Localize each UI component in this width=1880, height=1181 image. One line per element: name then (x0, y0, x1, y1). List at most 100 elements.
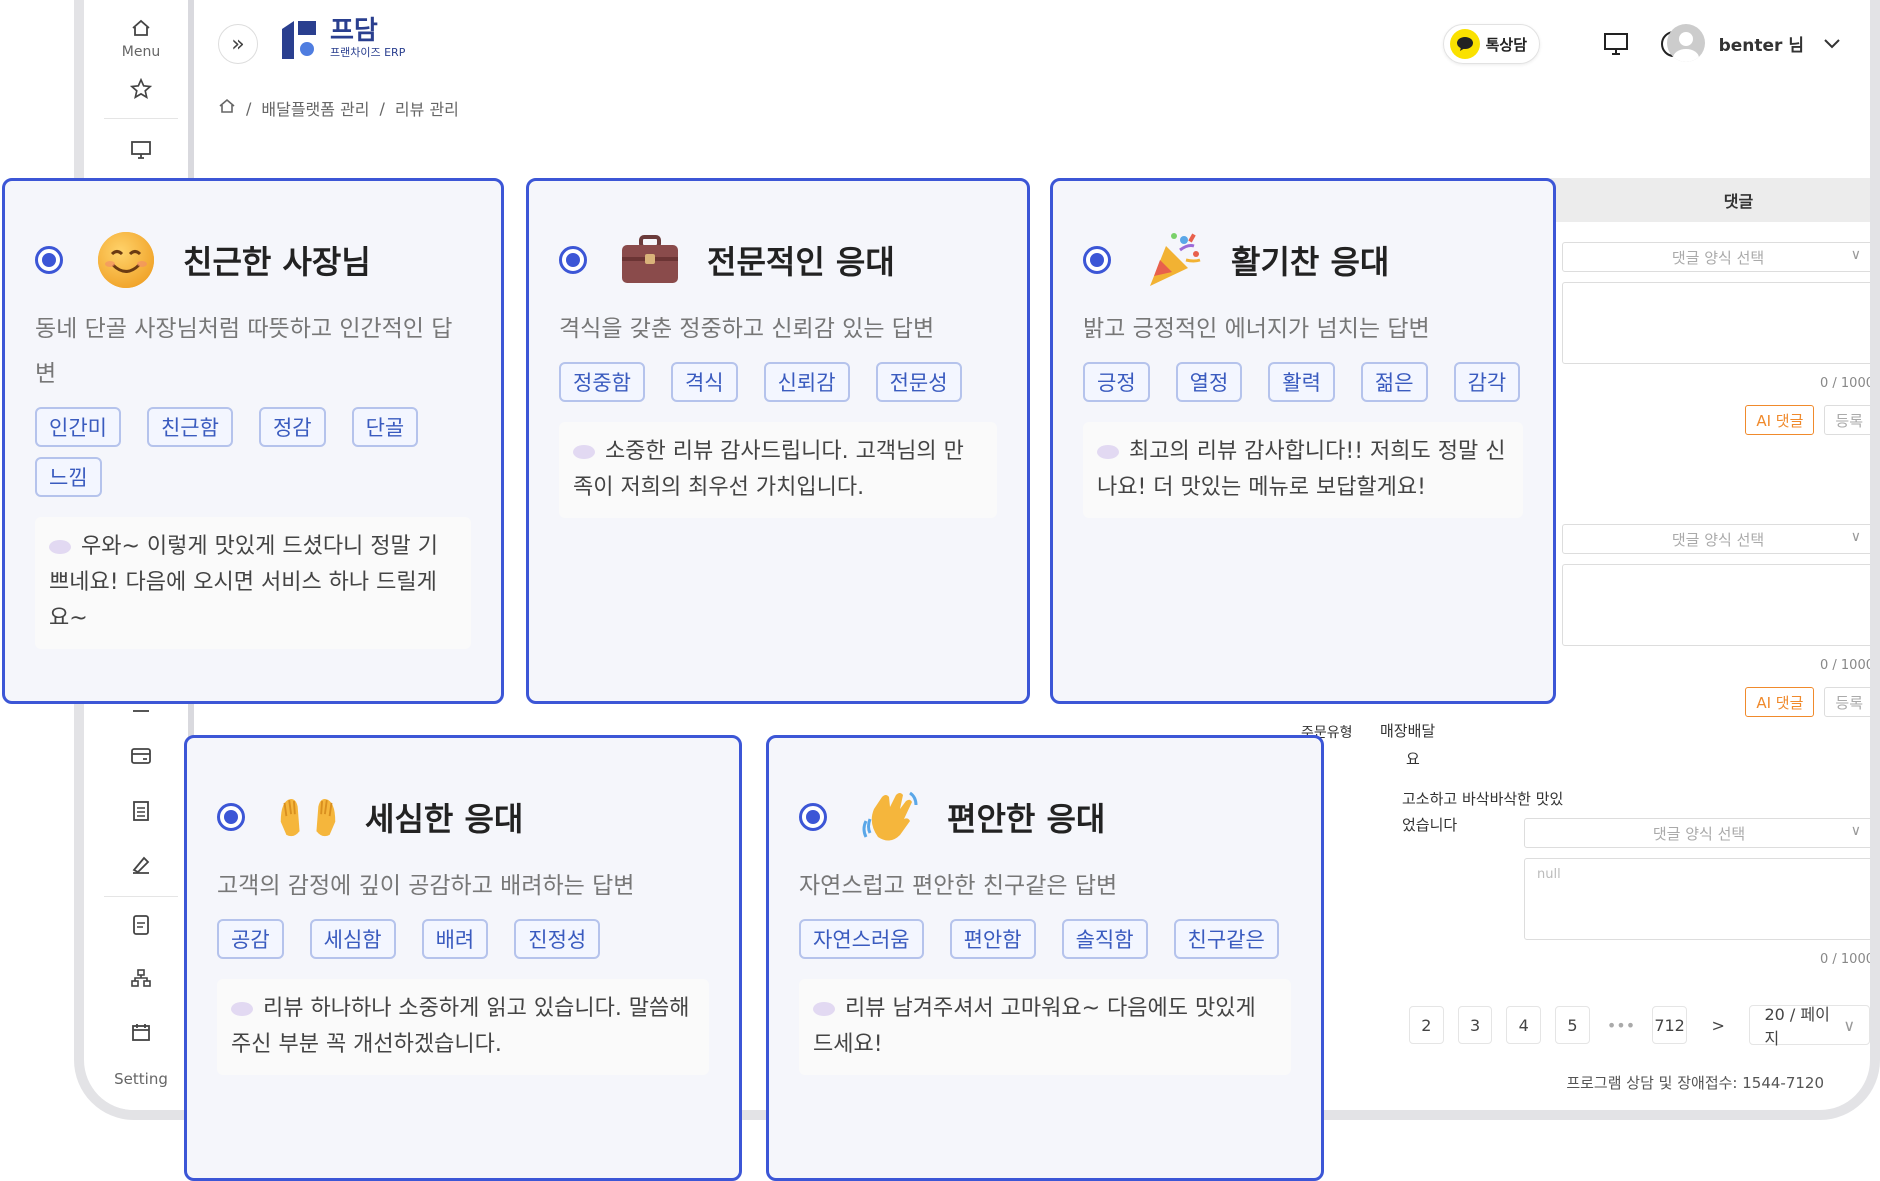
tag: 배려 (421, 919, 489, 959)
tag: 진정성 (514, 919, 601, 959)
tag: 느낌 (35, 457, 102, 497)
reply-template-select[interactable]: 댓글 양식 선택 ∨ (1562, 242, 1870, 272)
tag-list: 긍정 열정 활력 젊은 감각 (1083, 362, 1523, 402)
tag-list: 자연스러움 편안함 솔직함 친구같은 (799, 919, 1291, 959)
card-description: 격식을 갖춘 정중하고 신뢰감 있는 답변 (559, 316, 935, 342)
tag: 정감 (258, 407, 326, 447)
reply-block: 댓글 양식 선택 ∨ null 0 / 1000 (1524, 818, 1870, 967)
card-title: 전문적인 응대 (707, 243, 895, 281)
reply-template-select[interactable]: 댓글 양식 선택 ∨ (1524, 818, 1870, 848)
reply-textarea[interactable] (1562, 564, 1870, 646)
page-button[interactable]: 5 (1555, 1006, 1590, 1044)
card-title: 활기찬 응대 (1231, 243, 1390, 281)
monitor-icon[interactable] (1600, 28, 1632, 60)
reply-column-header: 댓글 (1516, 178, 1870, 222)
document-icon[interactable] (94, 914, 188, 941)
register-button[interactable]: 등록 (1824, 687, 1870, 717)
radio-selected[interactable] (217, 803, 245, 831)
user-menu[interactable]: benter 님 (1666, 24, 1840, 62)
pagination: 2 3 4 5 ••• 712 > 20 / 페이지 ∨ (1409, 1005, 1870, 1048)
speech-bubble-icon (813, 1002, 835, 1016)
breadcrumb-item[interactable]: 배달플랫폼 관리 (261, 96, 369, 120)
tag: 세심함 (309, 919, 396, 959)
reply-template-select[interactable]: 댓글 양식 선택 ∨ (1562, 524, 1870, 554)
tag: 편안함 (949, 919, 1036, 959)
org-chart-icon[interactable] (94, 968, 188, 993)
kakao-chat-button[interactable]: 톡상담 (1442, 24, 1540, 64)
speech-bubble-icon (231, 1002, 253, 1016)
chevron-down-icon: ∨ (1843, 1015, 1856, 1035)
sample-reply: 최고의 리뷰 감사합니다!! 저희도 정말 신나요! 더 맛있는 메뉴로 보답할… (1083, 422, 1523, 518)
home-icon[interactable] (218, 98, 236, 118)
smiling-face-icon (95, 229, 157, 291)
page-button[interactable]: 3 (1457, 1006, 1493, 1044)
tone-card-friendly-owner[interactable]: 친근한 사장님 동네 단골 사장님처럼 따뜻하고 인간적인 답변 인간미 친근함… (2, 178, 504, 704)
page-size-select[interactable]: 20 / 페이지 ∨ (1749, 1005, 1870, 1048)
tag: 열정 (1175, 362, 1243, 402)
card-description: 밝고 긍정적인 에너지가 넘치는 답변 (1083, 316, 1430, 342)
breadcrumb: / 배달플랫폼 관리 / 리뷰 관리 (218, 96, 459, 120)
chevron-down-icon: ∨ (1850, 823, 1861, 839)
reply-block: 댓글 양식 선택 ∨ 0 / 1000 AI 댓글 등록 (1562, 524, 1874, 717)
tag: 긍정 (1083, 362, 1150, 402)
pen-icon[interactable] (94, 854, 188, 879)
top-bar: » 프담 프랜차이즈 ERP 톡상담 ? bente (192, 0, 1870, 96)
card-title: 세심한 응대 (365, 800, 524, 838)
tag-list: 인간미 친근함 정감 단골 느낌 (35, 407, 471, 497)
sample-reply: 리뷰 하나하나 소중하게 읽고 있습니다. 말씀해주신 부분 꼭 개선하겠습니다… (217, 979, 709, 1075)
page-button[interactable]: 4 (1506, 1006, 1542, 1044)
radio-selected[interactable] (559, 246, 587, 274)
waving-hand-icon (859, 786, 921, 848)
radio-selected[interactable] (1083, 246, 1111, 274)
tone-card-comfortable[interactable]: 편안한 응대 자연스럽고 편안한 친구같은 답변 자연스러움 편안함 솔직함 친… (766, 735, 1324, 1181)
kakao-chat-label: 톡상담 (1485, 35, 1527, 54)
ai-reply-button[interactable]: AI 댓글 (1745, 405, 1815, 435)
tag: 단골 (351, 407, 419, 447)
footer-contact: 프로그램 상담 및 장애접수: 1544-7120 (1566, 1074, 1824, 1092)
page-button[interactable]: 712 (1652, 1006, 1687, 1044)
sidebar-menu-label: Menu (121, 44, 161, 60)
sample-reply: 소중한 리뷰 감사드립니다. 고객님의 만족이 저희의 최우선 가치입니다. (559, 422, 997, 518)
reply-textarea[interactable]: null (1524, 858, 1870, 940)
tag-list: 공감 세심함 배려 진정성 (217, 919, 709, 959)
ai-reply-button[interactable]: AI 댓글 (1745, 687, 1815, 717)
party-popper-icon (1143, 229, 1205, 291)
card-title: 편안한 응대 (947, 800, 1106, 838)
reply-textarea[interactable] (1562, 282, 1870, 364)
expand-sidebar-button[interactable]: » (218, 24, 258, 64)
tag: 정중함 (559, 362, 645, 402)
sidebar-setting[interactable]: Setting (94, 1068, 188, 1088)
tag: 격식 (670, 362, 738, 402)
breadcrumb-item-current: 리뷰 관리 (394, 100, 459, 119)
logo[interactable]: 프담 프랜차이즈 ERP (280, 18, 405, 60)
tag: 감각 (1453, 362, 1521, 402)
calendar-icon[interactable] (94, 1022, 188, 1047)
page-button[interactable]: 2 (1409, 1006, 1444, 1044)
logo-name: 프담 (330, 16, 378, 46)
card-icon[interactable] (94, 746, 188, 770)
receipt-icon[interactable] (94, 800, 188, 827)
sidebar-menu[interactable]: Menu (94, 18, 188, 60)
tone-card-professional[interactable]: 전문적인 응대 격식을 갖춘 정중하고 신뢰감 있는 답변 정중함 격식 신뢰감… (526, 178, 1030, 704)
tone-card-attentive[interactable]: 세심한 응대 고객의 감정에 깊이 공감하고 배려하는 답변 공감 세심함 배려… (184, 735, 742, 1181)
radio-selected[interactable] (35, 246, 63, 274)
tag: 솔직함 (1061, 919, 1148, 959)
tag: 공감 (217, 919, 284, 959)
radio-selected[interactable] (799, 803, 827, 831)
sample-reply: 리뷰 남겨주셔서 고마워요~ 다음에도 맛있게 드세요! (799, 979, 1291, 1075)
next-page-button[interactable]: > (1701, 1006, 1736, 1044)
review-text: 고소하고 바삭바삭한 맛있 (1402, 790, 1564, 808)
reply-block: 댓글 양식 선택 ∨ 0 / 1000 AI 댓글 등록 (1562, 242, 1870, 435)
page-ellipsis[interactable]: ••• (1604, 1006, 1639, 1044)
speech-bubble-icon (49, 540, 71, 554)
raised-hands-icon (277, 786, 339, 848)
table-cell-fragment: 요 (1406, 750, 1420, 768)
register-button[interactable]: 등록 (1824, 405, 1870, 435)
chevron-down-icon (1824, 34, 1840, 53)
char-counter: 0 / 1000 (1820, 658, 1874, 673)
tag: 활력 (1268, 362, 1335, 402)
star-icon[interactable] (94, 77, 188, 105)
tag: 전문성 (875, 362, 962, 402)
tone-card-energetic[interactable]: 활기찬 응대 밝고 긍정적인 에너지가 넘치는 답변 긍정 열정 활력 젊은 감… (1050, 178, 1556, 704)
monitor-icon[interactable] (94, 140, 188, 165)
